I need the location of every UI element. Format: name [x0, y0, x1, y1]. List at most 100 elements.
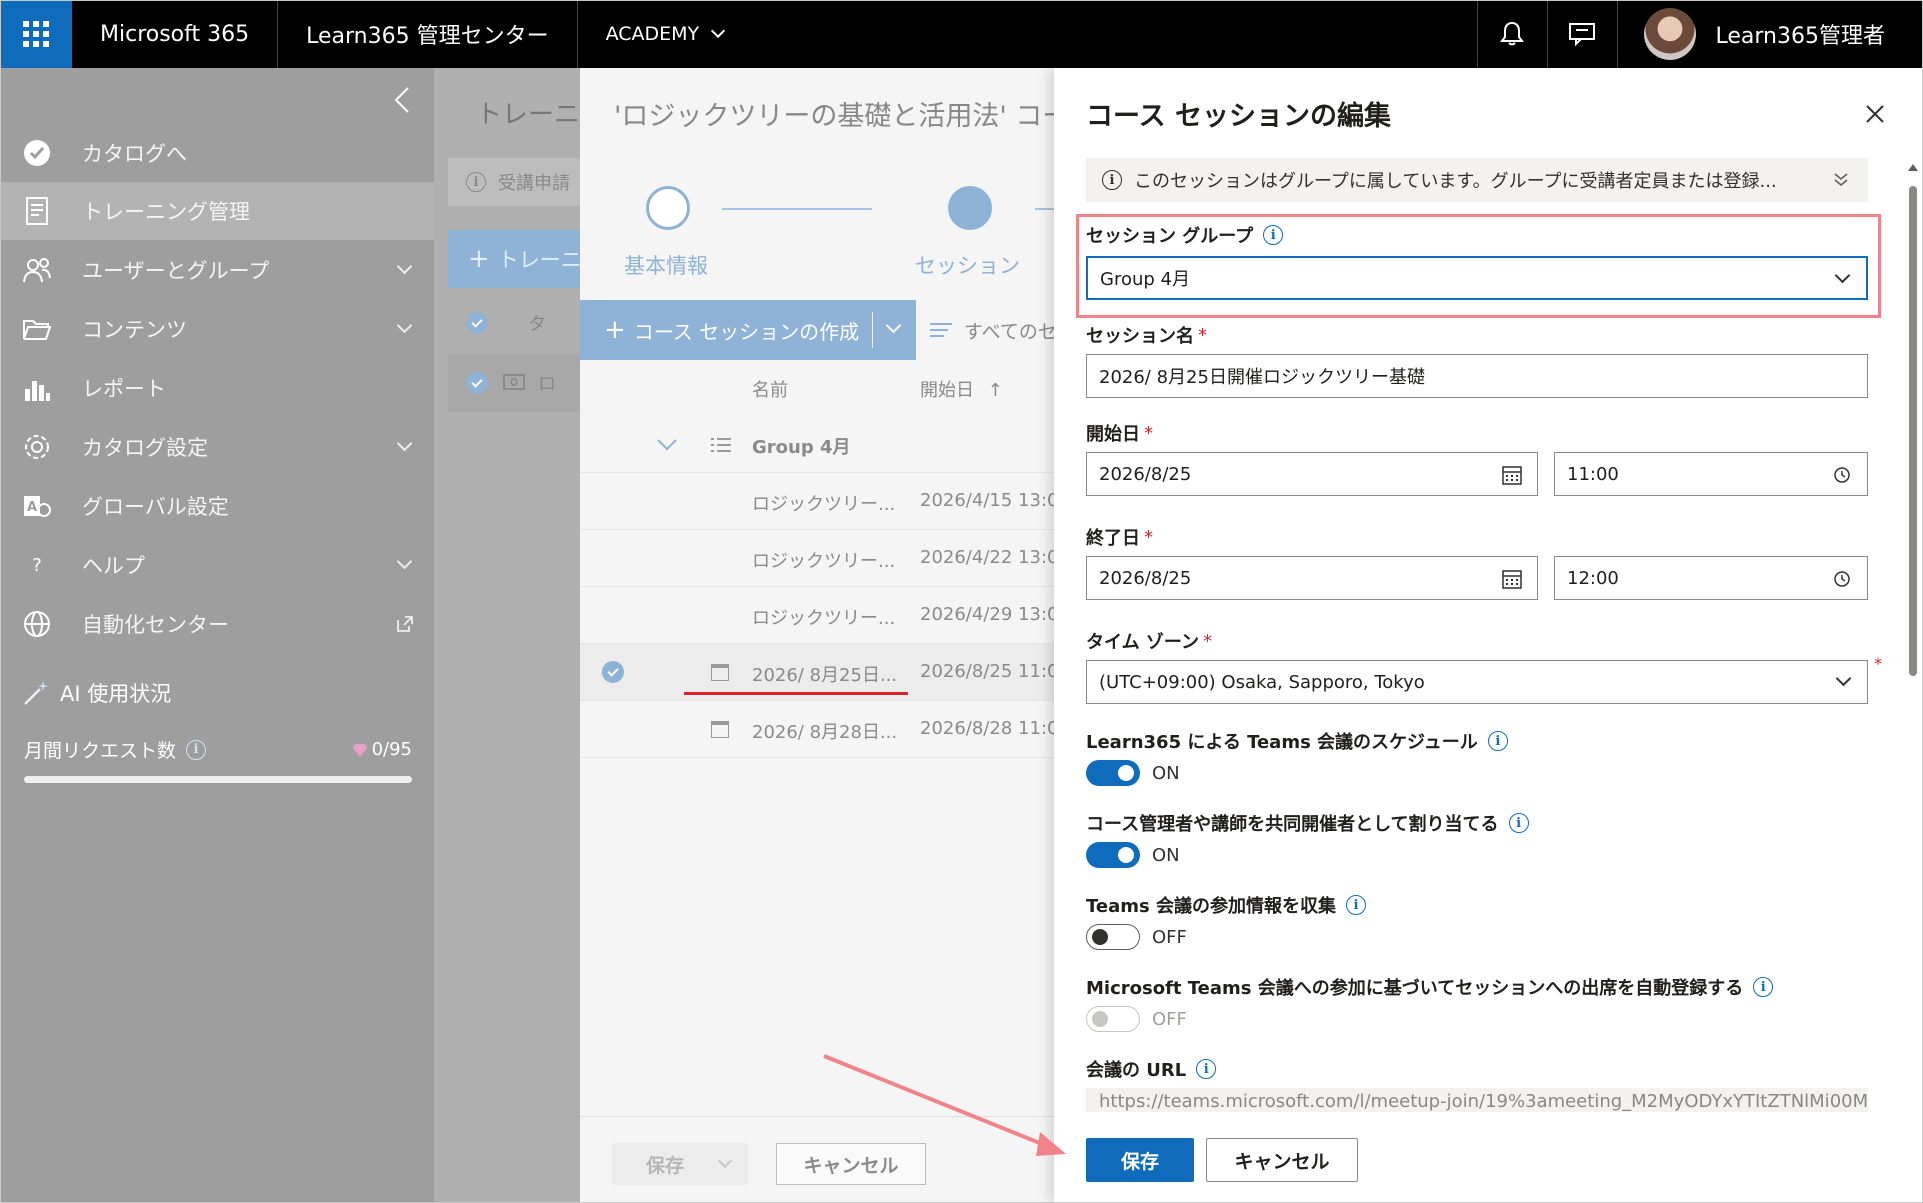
toggle-switch[interactable]: [1086, 1006, 1140, 1032]
row-checkbox[interactable]: [602, 661, 624, 683]
user-menu[interactable]: Learn365管理者: [1616, 0, 1923, 68]
info-icon[interactable]: i: [1345, 895, 1366, 915]
filter-lines-icon: [930, 323, 952, 337]
gear-icon: [18, 428, 56, 466]
bell-icon: [1500, 21, 1525, 46]
course-panel-title: 'ロジックツリーの基礎と活用法' コース: [614, 101, 1054, 132]
scroll-up-icon[interactable]: [1907, 162, 1919, 172]
sidebar-item-training[interactable]: トレーニング管理: [0, 182, 434, 240]
info-icon: i: [466, 172, 486, 192]
add-training-button[interactable]: + トレーニング: [448, 230, 588, 288]
start-time-input[interactable]: 11:00: [1554, 452, 1868, 496]
sidebar-item-help[interactable]: ? ヘルプ: [0, 536, 434, 594]
session-name-input[interactable]: 2026/ 8月25日開催ロジックツリー基礎: [1086, 354, 1868, 398]
table-row[interactable]: ロ: [448, 354, 588, 412]
calendar-icon[interactable]: [1501, 568, 1523, 590]
toggle-switch[interactable]: [1086, 924, 1140, 950]
sidebar-item-global-settings[interactable]: A グローバル設定: [0, 477, 434, 535]
row-checkbox[interactable]: [466, 372, 488, 394]
meeting-url-input: https://teams.microsoft.com/l/meetup-joi…: [1086, 1088, 1868, 1112]
sidebar-item-reports[interactable]: レポート: [0, 359, 434, 417]
external-link-icon: [397, 616, 413, 632]
start-date-input[interactable]: 2026/8/25: [1086, 452, 1538, 496]
info-icon[interactable]: i: [1487, 731, 1508, 751]
scrollbar-thumb[interactable]: [1909, 186, 1917, 676]
session-group-dropdown[interactable]: Group 4月: [1086, 256, 1868, 300]
info-icon[interactable]: i: [1753, 977, 1774, 997]
close-icon[interactable]: [1863, 102, 1887, 126]
calendar-icon[interactable]: [1501, 464, 1523, 486]
session-toolbar: + コース セッションの作成 すべてのセ: [580, 300, 1054, 360]
info-icon[interactable]: i: [1263, 225, 1284, 245]
check-circle-icon: [18, 134, 56, 172]
table-row[interactable]: 2026/ 8月28日... 2026/8/28 11:00: [580, 701, 1054, 758]
meeting-url-label: 会議の URL i: [1086, 1056, 1217, 1082]
filter-button[interactable]: すべてのセ: [930, 300, 1054, 360]
column-header-name[interactable]: 名前: [752, 376, 788, 402]
end-date-input[interactable]: 2026/8/25: [1086, 556, 1538, 600]
document-icon: [18, 192, 56, 230]
timezone-label: タイム ゾーン *: [1086, 630, 1213, 654]
collapse-sidebar-icon[interactable]: [392, 86, 412, 114]
info-icon[interactable]: i: [186, 739, 207, 760]
sidebar-item-automation-center[interactable]: 自動化センター: [0, 595, 434, 653]
info-icon: i: [1102, 170, 1122, 190]
sidebar-item-content[interactable]: コンテンツ: [0, 300, 434, 358]
sidebar-item-label: レポート: [82, 377, 166, 401]
toggle-attendance-collect[interactable]: OFF: [1086, 924, 1187, 950]
end-time-input[interactable]: 12:00: [1554, 556, 1868, 600]
cancel-button[interactable]: キャンセル: [776, 1143, 926, 1185]
table-row[interactable]: ロジックツリー... 2026/4/29 13:00: [580, 587, 1054, 644]
column-header-start[interactable]: 開始日 ↑: [920, 376, 1003, 402]
clock-icon[interactable]: [1831, 568, 1853, 590]
info-icon[interactable]: i: [1508, 813, 1529, 833]
app-launcher-button[interactable]: [0, 0, 72, 68]
table-row[interactable]: ロジックツリー... 2026/4/22 13:00: [580, 530, 1054, 587]
step-session-label[interactable]: セッション: [915, 250, 1020, 280]
feedback-button[interactable]: [1546, 0, 1617, 68]
panel-title: コース セッションの編集: [1086, 101, 1392, 132]
select-all-checkbox[interactable]: [466, 312, 488, 334]
notifications-button[interactable]: [1476, 0, 1547, 68]
toggle-switch[interactable]: [1086, 842, 1140, 868]
microsoft-365-link[interactable]: Microsoft 365: [72, 0, 279, 68]
cancel-button[interactable]: キャンセル: [1206, 1138, 1358, 1182]
sidebar-item-catalog[interactable]: カタログへ: [0, 124, 434, 182]
toggle-label-cohost: コース管理者や講師を共同開催者として割り当てる i: [1086, 810, 1529, 836]
step-session-circle[interactable]: [948, 186, 992, 230]
chevron-down-icon[interactable]: [656, 438, 678, 452]
info-bar: i 受講申請: [448, 158, 588, 206]
info-icon[interactable]: i: [1196, 1059, 1217, 1079]
save-button-disabled[interactable]: 保存: [612, 1143, 748, 1185]
clock-icon[interactable]: [1831, 464, 1853, 486]
step-basic-info-label[interactable]: 基本情報: [624, 250, 708, 280]
chevron-down-icon: [396, 258, 413, 275]
toggle-switch[interactable]: [1086, 760, 1140, 786]
toggle-teams-schedule[interactable]: ON: [1086, 760, 1180, 786]
sidebar-item-label: ユーザーとグループ: [82, 259, 270, 283]
group-name: Group 4月: [752, 437, 851, 458]
timezone-dropdown[interactable]: (UTC+09:00) Osaka, Sapporo, Tokyo: [1086, 660, 1868, 704]
monthly-requests-label: 月間リクエスト数: [24, 740, 177, 762]
save-button[interactable]: 保存: [1086, 1138, 1194, 1182]
sidebar-item-users-groups[interactable]: ユーザーとグループ: [0, 241, 434, 299]
group-list-icon: [711, 438, 731, 452]
monthly-requests-count: 0/95: [352, 739, 412, 760]
table-header: タ: [448, 294, 588, 352]
session-group-label: セッション グループ i: [1086, 222, 1284, 248]
sidebar-item-catalog-settings[interactable]: カタログ設定: [0, 418, 434, 476]
step-basic-info-circle[interactable]: [646, 186, 690, 230]
toggle-auto-attendance[interactable]: OFF: [1086, 1006, 1187, 1032]
expand-chevron-icon[interactable]: [1832, 170, 1850, 188]
table-row[interactable]: ロジックツリー... 2026/4/15 13:00: [580, 473, 1054, 530]
create-session-button[interactable]: + コース セッションの作成: [580, 300, 916, 360]
calendar-icon: [711, 721, 729, 738]
edit-session-panel: コース セッションの編集 i このセッションはグループに属しています。グループに…: [1054, 68, 1923, 1203]
admin-center-title[interactable]: Learn365 管理センター: [278, 0, 578, 68]
tenant-selector[interactable]: ACADEMY: [578, 0, 752, 68]
tenant-name: ACADEMY: [605, 23, 700, 45]
group-row[interactable]: Group 4月: [580, 416, 1054, 473]
toggle-cohost[interactable]: ON: [1086, 842, 1180, 868]
training-page-background: トレーニング i 受講申請 + トレーニング タ ロ: [434, 68, 588, 1203]
scrollbar[interactable]: [1907, 162, 1919, 1122]
